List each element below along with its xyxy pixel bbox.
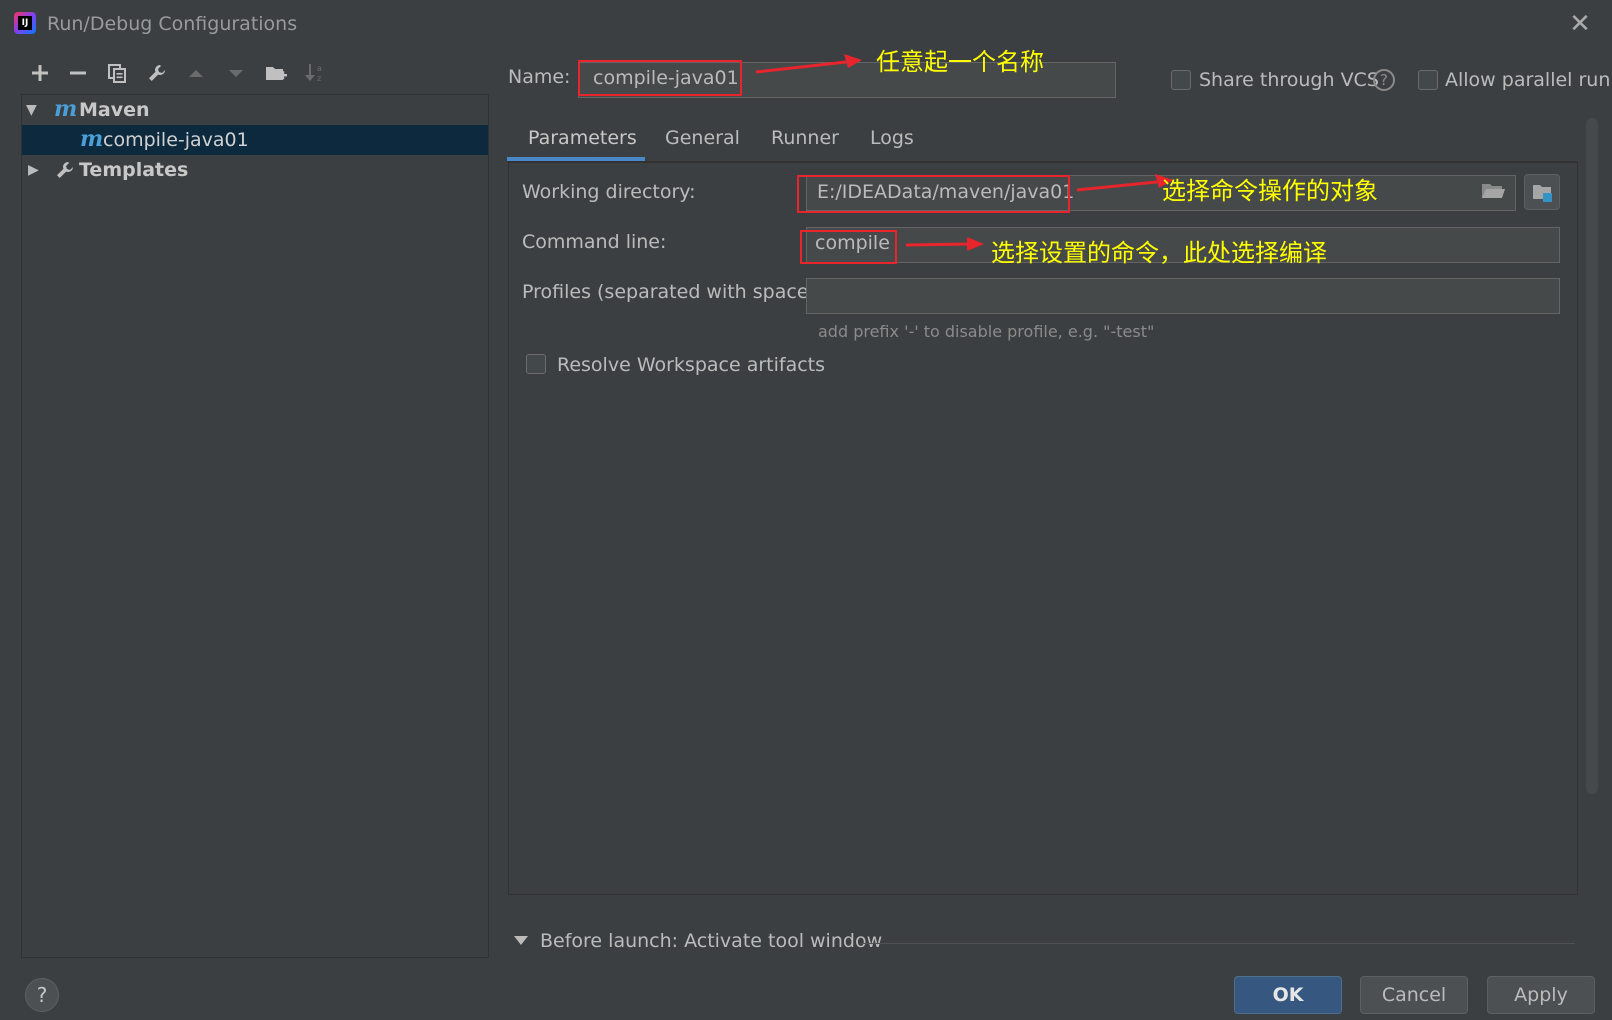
annotation-arrow-command bbox=[905, 237, 984, 251]
tree-item-label: Maven bbox=[79, 99, 150, 121]
new-folder-icon[interactable] bbox=[262, 62, 290, 90]
working-directory-label: Working directory: bbox=[522, 181, 696, 203]
share-vcs-checkbox[interactable] bbox=[1171, 70, 1191, 90]
share-vcs-label: Share through VCS bbox=[1199, 69, 1379, 91]
before-launch-toggle-icon[interactable] bbox=[514, 936, 528, 945]
add-icon-glyph bbox=[32, 65, 48, 81]
resolve-workspace-checkbox[interactable] bbox=[526, 354, 546, 374]
maven-icon: m bbox=[80, 126, 104, 152]
collapse-arrow-icon[interactable]: ▶ bbox=[28, 162, 44, 178]
annotation-box-command bbox=[800, 230, 897, 264]
before-launch-label[interactable]: Before launch: Activate tool window bbox=[540, 930, 882, 952]
svg-text:z: z bbox=[317, 74, 321, 83]
annotation-arrow-working-dir bbox=[1076, 174, 1173, 192]
cancel-button[interactable]: Cancel bbox=[1360, 976, 1468, 1014]
move-down-icon-glyph bbox=[229, 70, 243, 77]
maven-icon: m bbox=[54, 96, 78, 122]
allow-parallel-label: Allow parallel run bbox=[1445, 69, 1611, 91]
help-button[interactable]: ? bbox=[25, 978, 59, 1012]
wrench-icon[interactable] bbox=[143, 62, 171, 90]
wrench-icon bbox=[57, 162, 73, 178]
remove-icon[interactable] bbox=[64, 62, 92, 90]
tab-parameters[interactable]: Parameters bbox=[528, 124, 637, 160]
tab-logs[interactable]: Logs bbox=[870, 124, 914, 160]
module-folder-icon bbox=[1533, 185, 1552, 202]
move-up-icon[interactable] bbox=[182, 62, 210, 90]
scrollbar[interactable] bbox=[1586, 118, 1598, 794]
allow-parallel-checkbox[interactable] bbox=[1418, 70, 1438, 90]
before-launch-divider bbox=[860, 943, 1575, 944]
annotation-text-working-dir: 选择命令操作的对象 bbox=[1162, 177, 1378, 205]
profiles-hint: add prefix '-' to disable profile, e.g. … bbox=[818, 322, 1155, 341]
command-line-label: Command line: bbox=[522, 231, 667, 253]
tree-item-label: Templates bbox=[79, 159, 189, 181]
tab-runner[interactable]: Runner bbox=[771, 124, 839, 160]
tree-item-label: compile-java01 bbox=[103, 129, 249, 151]
parameters-panel bbox=[508, 162, 1578, 895]
window-title: Run/Debug Configurations bbox=[47, 13, 298, 35]
annotation-text-command: 选择设置的命令，此处选择编译 bbox=[991, 239, 1327, 267]
new-folder-icon-glyph bbox=[266, 67, 287, 80]
svg-text:a: a bbox=[317, 64, 322, 73]
resolve-workspace-label: Resolve Workspace artifacts bbox=[557, 354, 826, 376]
folder-icon[interactable] bbox=[1481, 182, 1505, 200]
help-icon[interactable]: ? bbox=[1373, 69, 1395, 91]
tree-item-compile-java01[interactable]: m compile-java01 bbox=[22, 125, 488, 155]
wrench-icon-glyph bbox=[149, 65, 165, 81]
intellij-logo-icon: IJ bbox=[14, 12, 36, 34]
browse-module-button[interactable] bbox=[1524, 174, 1560, 210]
move-up-icon-glyph bbox=[189, 70, 203, 77]
add-icon[interactable] bbox=[26, 62, 54, 90]
close-icon[interactable]: ✕ bbox=[1566, 10, 1594, 38]
tree-item-templates[interactable]: ▶ Templates bbox=[22, 155, 488, 185]
copy-icon-glyph bbox=[108, 64, 126, 83]
annotation-box-name bbox=[578, 60, 742, 96]
tab-general[interactable]: General bbox=[665, 124, 740, 160]
annotation-text-name: 任意起一个名称 bbox=[876, 48, 1044, 76]
logo-text: IJ bbox=[18, 16, 32, 30]
annotation-box-working-dir bbox=[797, 175, 1070, 213]
ok-button[interactable]: OK bbox=[1234, 976, 1342, 1014]
annotation-arrow-name bbox=[755, 54, 862, 74]
sort-icon[interactable]: az bbox=[301, 62, 329, 90]
expand-arrow-icon[interactable]: ▼ bbox=[26, 102, 42, 118]
configuration-tree[interactable]: ▼ m Maven m compile-java01 ▶ Templates bbox=[21, 94, 489, 958]
name-label: Name: bbox=[508, 66, 571, 88]
profiles-label: Profiles (separated with space): bbox=[522, 281, 823, 303]
sort-icon-glyph: az bbox=[305, 64, 322, 83]
apply-button[interactable]: Apply bbox=[1487, 976, 1595, 1014]
tree-item-maven[interactable]: ▼ m Maven bbox=[22, 95, 488, 125]
remove-icon-glyph bbox=[70, 71, 86, 75]
profiles-input[interactable] bbox=[806, 278, 1560, 314]
copy-icon[interactable] bbox=[103, 62, 131, 90]
move-down-icon[interactable] bbox=[222, 62, 250, 90]
